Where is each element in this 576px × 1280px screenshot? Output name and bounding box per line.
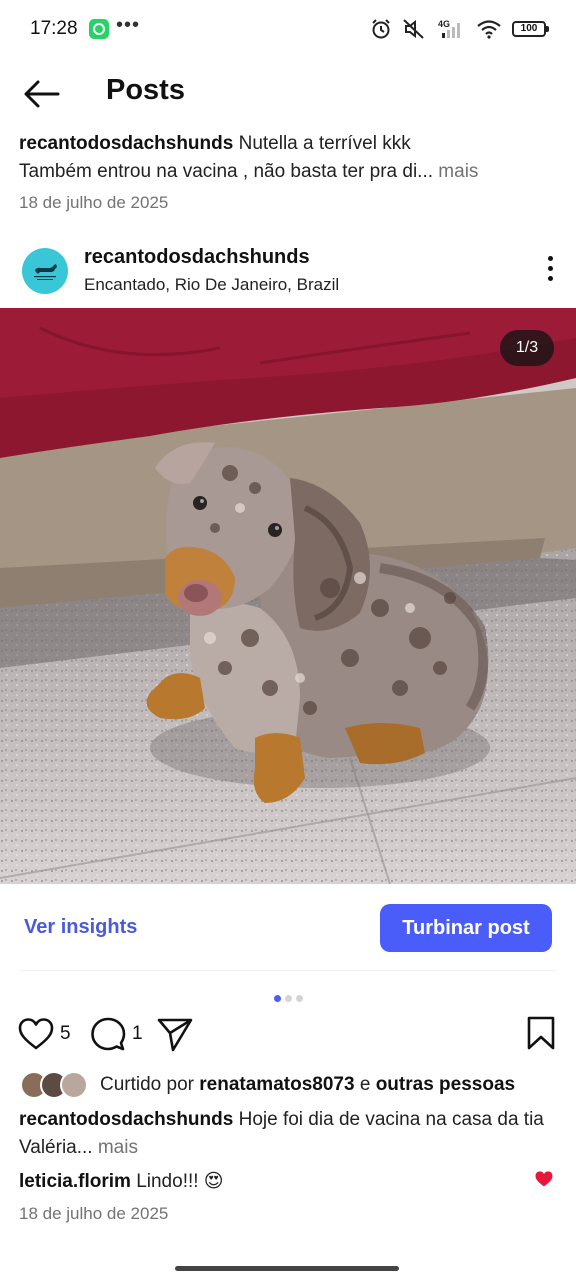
- previous-post-caption[interactable]: recantodosdachshunds Nutella a terrível …: [19, 130, 559, 186]
- previous-post-more-link[interactable]: mais: [438, 161, 478, 182]
- heart-icon: [18, 1018, 54, 1050]
- status-bar: 17:28 ••• 4G 100: [0, 0, 576, 60]
- comment-icon: [91, 1017, 126, 1051]
- previous-post-caption-line1: Nutella a terrível kkk: [238, 133, 411, 154]
- carousel-dot: [284, 995, 292, 1002]
- dachshund-logo-icon: [34, 264, 57, 280]
- comment-like-icon[interactable]: [534, 1170, 554, 1188]
- whatsapp-icon: [89, 19, 109, 39]
- liked-by-text: Curtido por renatamatos8073 e outras pes…: [100, 1074, 515, 1096]
- dachshund-photo: [0, 308, 576, 884]
- status-time: 17:28: [30, 18, 78, 39]
- post-caption[interactable]: recantodosdachshunds Hoje foi dia de vac…: [19, 1106, 564, 1162]
- previous-post-date: 18 de julho de 2025: [19, 193, 169, 212]
- liked-by-others[interactable]: outras pessoas: [376, 1074, 515, 1095]
- previous-post-caption-line2: Também entrou na vacina , não basta ter …: [19, 161, 434, 182]
- more-options-button[interactable]: [544, 256, 556, 286]
- profile-avatar[interactable]: [22, 248, 68, 294]
- signal-4g-icon: 4G: [438, 19, 460, 38]
- post-photo[interactable]: 1/3: [0, 308, 576, 884]
- avatar: [60, 1071, 88, 1099]
- caption-more-link[interactable]: mais: [98, 1137, 138, 1158]
- comment: leticia.florim Lindo!!! 😍: [19, 1170, 519, 1193]
- share-button[interactable]: [156, 1014, 194, 1054]
- liked-by-avatars: [20, 1071, 92, 1101]
- like-button[interactable]: 5: [18, 1014, 71, 1054]
- likes-count: 5: [60, 1023, 71, 1044]
- home-indicator[interactable]: [175, 1266, 399, 1271]
- liked-by[interactable]: Curtido por renatamatos8073 e outras pes…: [20, 1070, 560, 1102]
- mute-icon: [403, 19, 424, 39]
- carousel-indicator: [0, 989, 576, 1007]
- comment-username[interactable]: leticia.florim: [19, 1171, 131, 1192]
- caption-username[interactable]: recantodosdachshunds: [19, 1109, 233, 1130]
- post-actions: 5 1: [0, 1014, 576, 1058]
- previous-post-username[interactable]: recantodosdachshunds: [19, 133, 233, 154]
- status-icons: 4G 100: [370, 16, 549, 42]
- liked-by-prefix: Curtido por: [100, 1074, 194, 1095]
- send-icon: [157, 1018, 193, 1052]
- post-header: recantodosdachshunds Encantado, Rio De J…: [0, 240, 576, 302]
- carousel-dot: [273, 995, 281, 1002]
- page-title: Posts: [106, 74, 185, 106]
- divider: [20, 970, 556, 971]
- more-vertical-icon: [544, 256, 556, 281]
- comment-button[interactable]: 1: [90, 1014, 143, 1054]
- arrow-left-icon: [24, 80, 60, 108]
- back-button[interactable]: [22, 78, 62, 110]
- media-counter: 1/3: [500, 330, 554, 366]
- comments-count: 1: [132, 1023, 143, 1044]
- insights-row: Ver insights Turbinar post: [0, 900, 576, 956]
- liked-by-user[interactable]: renatamatos8073: [199, 1074, 354, 1095]
- comment-text: Lindo!!! 😍: [136, 1171, 224, 1192]
- bookmark-icon[interactable]: [526, 1016, 556, 1050]
- post-date: 18 de julho de 2025: [19, 1204, 169, 1223]
- battery-icon: 100: [512, 21, 549, 37]
- post-location[interactable]: Encantado, Rio De Janeiro, Brazil: [84, 275, 339, 295]
- network-type: 4G: [438, 19, 450, 29]
- top-app-bar: Posts: [0, 62, 576, 124]
- liked-by-join: e: [359, 1074, 371, 1095]
- post-username[interactable]: recantodosdachshunds: [84, 246, 310, 269]
- view-insights-link[interactable]: Ver insights: [24, 916, 137, 939]
- boost-post-button[interactable]: Turbinar post: [380, 904, 552, 952]
- status-more-indicator: •••: [116, 14, 141, 36]
- carousel-dot: [295, 995, 303, 1002]
- alarm-icon: [372, 19, 390, 39]
- wifi-icon: [477, 20, 501, 39]
